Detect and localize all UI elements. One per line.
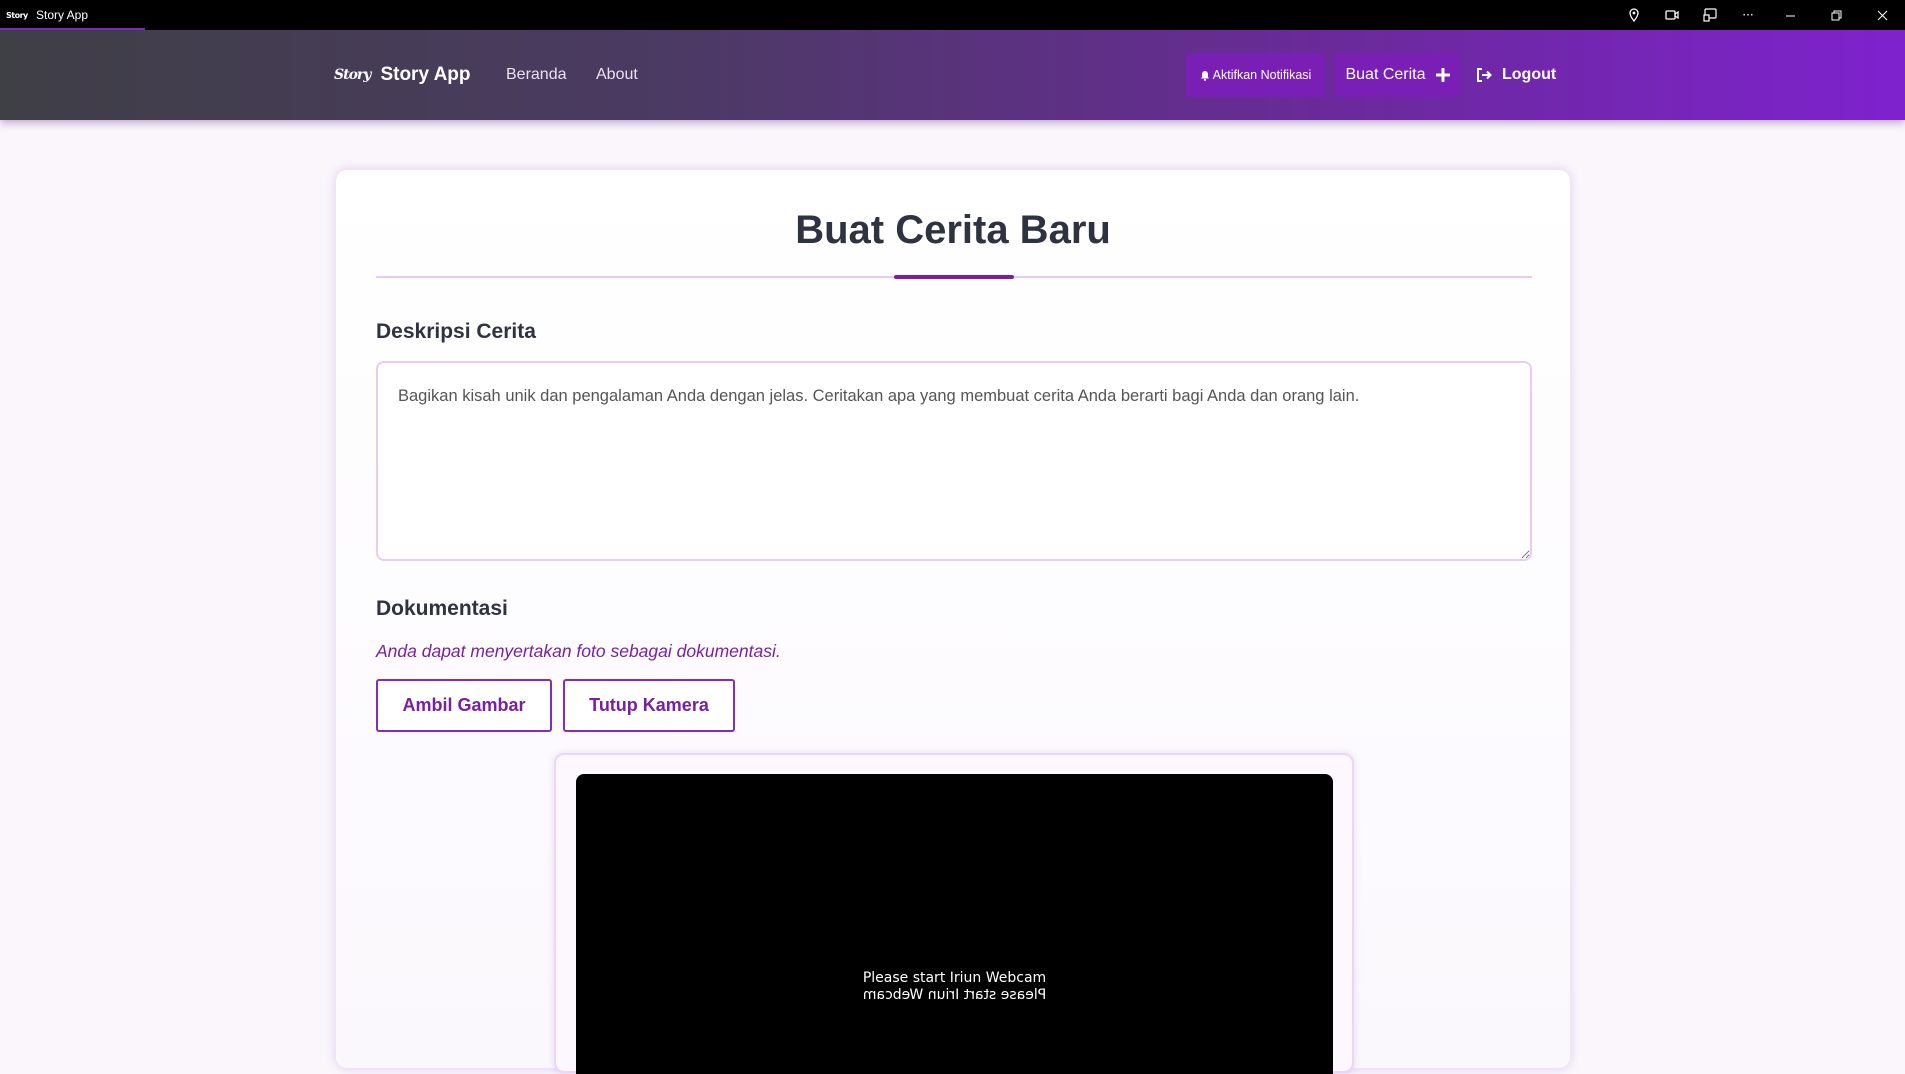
location-icon[interactable] [1615, 0, 1653, 30]
description-label: Deskripsi Cerita [376, 320, 536, 343]
logout-button[interactable]: Logout [1476, 53, 1556, 97]
enable-notification-button[interactable]: Aktifkan Notifikasi [1186, 53, 1325, 97]
logout-label: Logout [1502, 66, 1557, 83]
plus-icon [1435, 68, 1450, 82]
more-icon[interactable]: ··· [1729, 0, 1767, 30]
create-story-card: Buat Cerita Baru Deskripsi Cerita Bagika… [335, 169, 1571, 1074]
window-title: Story App [36, 8, 89, 22]
restore-icon[interactable] [1813, 0, 1859, 30]
close-camera-button[interactable]: Tutup Kamera [563, 679, 735, 732]
documentation-label: Dokumentasi [376, 597, 508, 620]
bell-icon [1200, 70, 1209, 81]
camera-message-mirrored: Please start Iriun Webcam [862, 987, 1047, 1003]
enable-notification-label: Aktifkan Notifikasi [1212, 68, 1312, 82]
camera-container: Please start Iriun Webcam Please start I… [554, 753, 1354, 1074]
create-story-button[interactable]: Buat Cerita [1335, 53, 1460, 97]
title-accent-bar [894, 275, 1014, 279]
camera-icon[interactable] [1653, 0, 1691, 30]
nav-link-beranda[interactable]: Beranda [506, 30, 567, 120]
window-controls: ··· [1615, 0, 1905, 30]
description-textarea[interactable]: Bagikan kisah unik dan pengalaman Anda d… [376, 361, 1532, 561]
camera-video-preview: Please start Iriun Webcam Please start I… [576, 774, 1333, 1074]
close-icon[interactable] [1859, 0, 1905, 30]
nav-link-about[interactable]: About [596, 30, 638, 120]
documentation-hint: Anda dapat menyertakan foto sebagai doku… [376, 641, 781, 661]
window-titlebar: Story Story App ··· [0, 0, 1905, 31]
camera-message: Please start Iriun Webcam [862, 970, 1047, 986]
app-logo-icon: Story [6, 10, 28, 20]
take-picture-button[interactable]: Ambil Gambar [376, 679, 552, 732]
logout-icon [1477, 68, 1492, 82]
navbar: Story Story App Beranda About Aktifkan N… [0, 30, 1905, 120]
page-title: Buat Cerita Baru [795, 208, 1111, 252]
brand-logo: Story [334, 67, 371, 83]
brand[interactable]: Story Story App [334, 30, 471, 120]
minimize-icon[interactable] [1767, 0, 1813, 30]
create-story-label: Buat Cerita [1345, 66, 1426, 83]
brand-name: Story App [380, 64, 471, 85]
cast-icon[interactable] [1691, 0, 1729, 30]
